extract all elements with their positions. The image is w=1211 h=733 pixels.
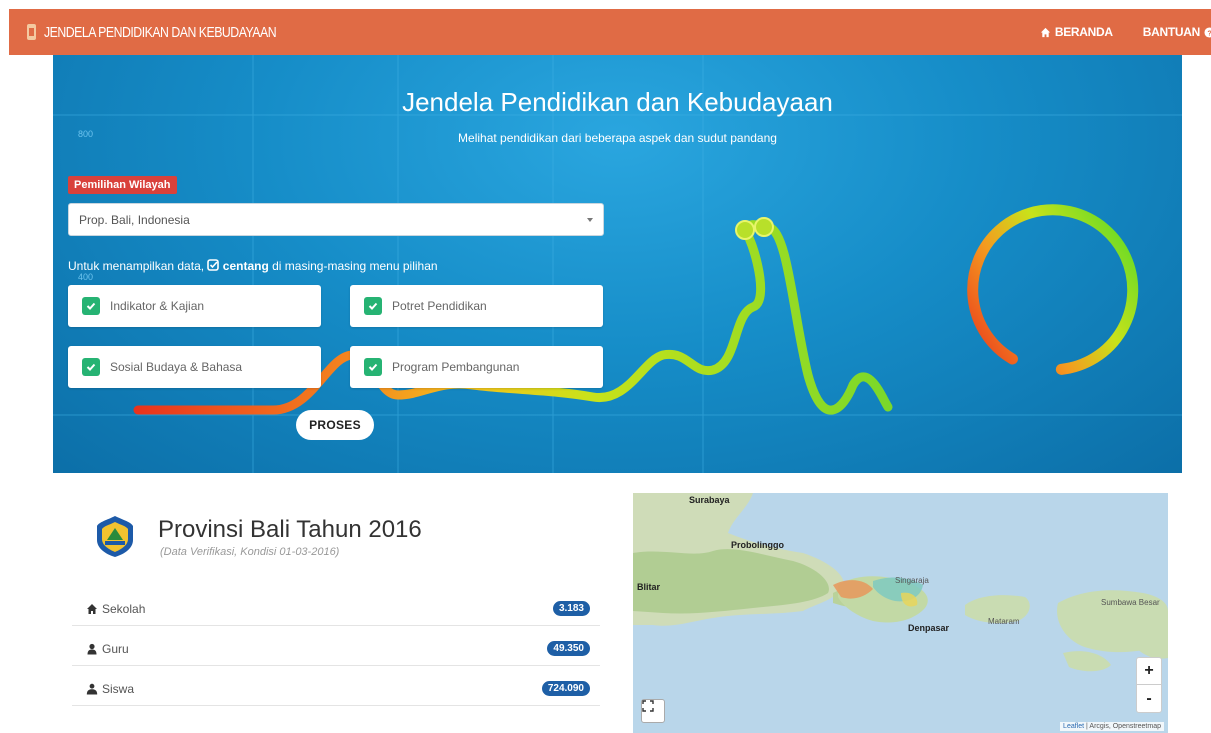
zoom-out-button[interactable]: -	[1137, 685, 1161, 712]
stat-badge: 724.090	[541, 681, 590, 696]
book-icon	[27, 24, 36, 40]
stat-label: Guru	[102, 641, 129, 656]
region-select[interactable]: Prop. Bali, Indonesia	[68, 203, 604, 236]
map-tiles[interactable]	[633, 493, 1168, 733]
instruction-text: Untuk menampilkan data, centang di masin…	[68, 259, 438, 273]
svg-text:?: ?	[1207, 28, 1211, 37]
option-label: Indikator & Kajian	[110, 299, 205, 313]
attribution-text: | Arcgis, Openstreetmap	[1084, 723, 1161, 730]
nav-bantuan-label: BANTUAN	[1142, 25, 1201, 39]
nav-beranda-link[interactable]: BERANDA	[1040, 25, 1113, 39]
map-label-singaraja: Singaraja	[895, 576, 929, 585]
region-section-label: Pemilihan Wilayah	[68, 176, 177, 194]
proses-button[interactable]: PROSES	[296, 410, 374, 440]
checkbox-checked-icon[interactable]	[82, 358, 100, 376]
region-select-value: Prop. Bali, Indonesia	[79, 212, 190, 227]
stat-label: Sekolah	[102, 601, 146, 616]
nav-bantuan-link[interactable]: BANTUAN ?	[1143, 25, 1211, 39]
home-icon	[1040, 27, 1050, 37]
home-icon	[87, 603, 97, 614]
zoom-in-button[interactable]: +	[1137, 658, 1161, 685]
map-label-mataram: Mataram	[988, 617, 1020, 626]
map-attribution: Leaflet | Arcgis, Openstreetmap	[1060, 722, 1164, 731]
help-icon: ?	[1204, 26, 1211, 38]
instruction-bold: centang	[222, 259, 269, 273]
map-label-blitar: Blitar	[637, 582, 661, 592]
hero-subtitle: Melihat pendidikan dari beberapa aspek d…	[458, 131, 777, 145]
nav-links: BERANDA BANTUAN ?	[1010, 9, 1211, 55]
option-label: Potret Pendidikan	[392, 299, 487, 313]
nav-beranda-label: BERANDA	[1054, 25, 1113, 39]
stat-row-siswa: Siswa 724.090	[72, 672, 600, 706]
leaflet-link[interactable]: Leaflet	[1063, 723, 1084, 730]
option-potret-pendidikan[interactable]: Potret Pendidikan	[350, 285, 603, 327]
map-panel[interactable]: Surabaya Probolinggo Blitar Denpasar Sin…	[633, 493, 1168, 733]
stat-label: Siswa	[102, 681, 135, 696]
stat-row-sekolah: Sekolah 3.183	[72, 592, 600, 626]
checkbox-checked-icon[interactable]	[364, 358, 382, 376]
option-label: Sosial Budaya & Bahasa	[110, 360, 243, 374]
province-crest-icon	[97, 516, 133, 557]
option-label: Program Pembangunan	[392, 360, 520, 374]
province-summary: Provinsi Bali Tahun 2016 (Data Verifikas…	[72, 492, 602, 722]
option-program-pembangunan[interactable]: Program Pembangunan	[350, 346, 603, 388]
stat-row-guru: Guru 49.350	[72, 632, 600, 666]
fullscreen-icon	[642, 700, 654, 712]
checkbox-checked-icon[interactable]	[82, 297, 100, 315]
top-navbar: JENDELA PENDIDIKAN DAN KEBUDAYAAN BERAND…	[9, 9, 1211, 55]
check-square-icon	[207, 259, 220, 271]
map-label-denpasar: Denpasar	[908, 623, 950, 633]
bg-axis-400: 400	[78, 272, 93, 282]
summary-subtitle: (Data Verifikasi, Kondisi 01-03-2016)	[160, 546, 340, 558]
fullscreen-button[interactable]	[641, 699, 665, 723]
option-sosial-budaya[interactable]: Sosial Budaya & Bahasa	[68, 346, 321, 388]
user-icon	[87, 643, 97, 654]
summary-title: Provinsi Bali Tahun 2016	[158, 516, 422, 543]
map-label-surabaya: Surabaya	[689, 495, 730, 505]
option-indikator-kajian[interactable]: Indikator & Kajian	[68, 285, 321, 327]
users-icon	[86, 683, 98, 694]
map-label-sumbawa-besar: Sumbawa Besar	[1101, 598, 1160, 607]
instruction-after: di masing-masing menu pilihan	[272, 259, 438, 273]
map-label-probolinggo: Probolinggo	[731, 540, 784, 550]
hero-banner: 800 400 Jendela Pendidikan dan Kebudayaa…	[53, 55, 1182, 473]
stat-badge: 3.183	[552, 601, 590, 616]
zoom-control: + -	[1136, 657, 1162, 713]
hero-title: Jendela Pendidikan dan Kebudayaan	[402, 87, 833, 117]
brand-title[interactable]: JENDELA PENDIDIKAN DAN KEBUDAYAAN	[44, 24, 277, 41]
checkbox-checked-icon[interactable]	[364, 297, 382, 315]
stat-badge: 49.350	[547, 641, 590, 656]
instruction-before: Untuk menampilkan data,	[68, 259, 205, 273]
chevron-down-icon	[587, 218, 593, 222]
